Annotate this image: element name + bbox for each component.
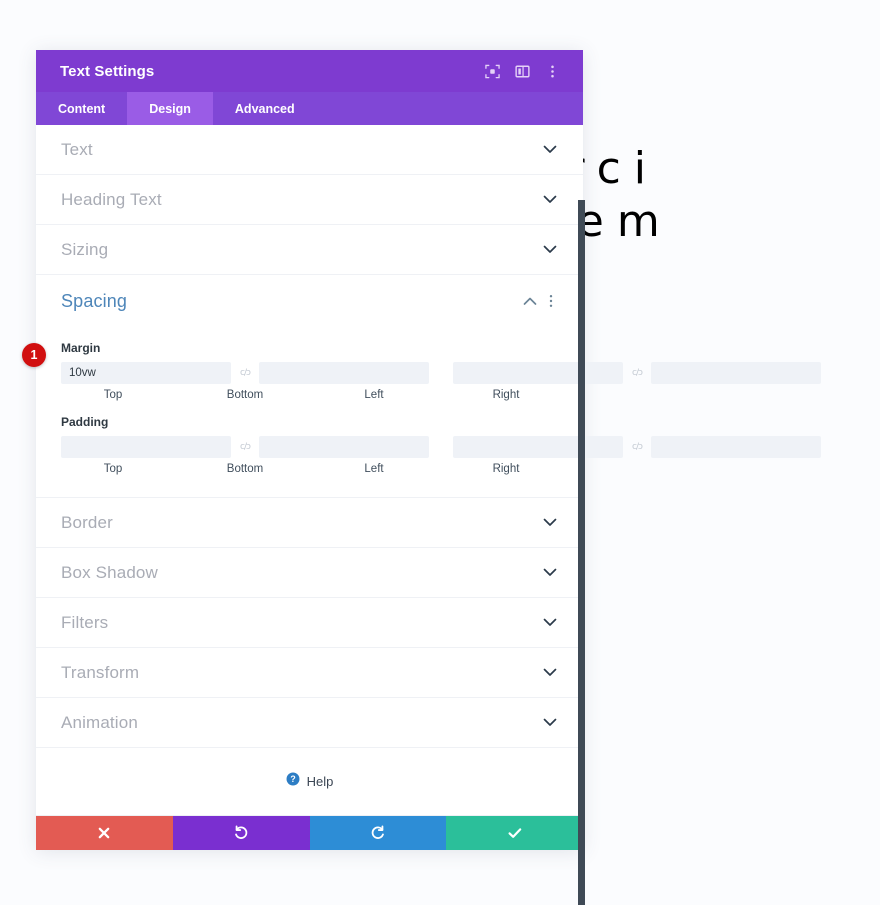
section-filters-label: Filters bbox=[61, 612, 109, 632]
undo-button[interactable] bbox=[172, 816, 310, 850]
link-values-icon[interactable]: c/ɔ bbox=[623, 442, 651, 452]
section-border-label: Border bbox=[61, 512, 113, 532]
help-button[interactable]: ? Help bbox=[36, 748, 583, 816]
padding-left-right-group: c/ɔ bbox=[453, 436, 821, 458]
help-label: Help bbox=[306, 774, 334, 789]
save-button[interactable] bbox=[446, 816, 583, 850]
chevron-down-icon bbox=[543, 618, 557, 627]
section-animation-label: Animation bbox=[61, 712, 138, 732]
padding-right-input[interactable] bbox=[651, 436, 821, 458]
padding-bottom-input[interactable] bbox=[259, 436, 429, 458]
padding-inputs-row: c/ɔ c/ɔ bbox=[61, 436, 821, 458]
section-text[interactable]: Text bbox=[36, 125, 583, 175]
chevron-down-icon bbox=[543, 518, 557, 527]
margin-left-caption: Left bbox=[364, 389, 384, 401]
margin-bottom-input[interactable] bbox=[259, 362, 429, 384]
margin-right-caption: Right bbox=[492, 389, 520, 401]
section-sizing-label: Sizing bbox=[61, 239, 109, 259]
link-values-icon[interactable]: c/ɔ bbox=[623, 368, 651, 378]
tab-content[interactable]: Content bbox=[36, 92, 127, 125]
tab-design[interactable]: Design bbox=[127, 92, 213, 125]
redo-icon bbox=[370, 825, 386, 841]
chevron-down-icon bbox=[543, 718, 557, 727]
section-sizing[interactable]: Sizing bbox=[36, 225, 583, 275]
question-circle-icon: ? bbox=[286, 772, 300, 791]
text-settings-modal: Text Settings Content Design Advanced Te… bbox=[22, 50, 821, 905]
svg-text:?: ? bbox=[290, 774, 295, 784]
chevron-up-icon[interactable] bbox=[523, 297, 537, 306]
padding-bottom-caption: Bottom bbox=[226, 463, 264, 475]
check-icon bbox=[507, 825, 523, 841]
undo-icon bbox=[233, 825, 249, 841]
padding-field-group: Padding c/ɔ c/ɔ Top Bottom Left Right bbox=[61, 415, 821, 475]
step-badge-1: 1 bbox=[22, 343, 46, 367]
section-heading-text[interactable]: Heading Text bbox=[36, 175, 583, 225]
section-spacing-label: Spacing bbox=[61, 290, 128, 311]
modal-footer bbox=[36, 816, 583, 850]
section-animation[interactable]: Animation bbox=[36, 698, 583, 748]
modal-tabbar: Content Design Advanced bbox=[36, 92, 583, 125]
link-values-icon[interactable]: c/ɔ bbox=[231, 442, 259, 452]
modal-title: Text Settings bbox=[60, 62, 155, 80]
section-spacing[interactable]: Spacing bbox=[36, 275, 583, 327]
section-spacing-tools bbox=[523, 294, 557, 308]
margin-label: Margin bbox=[61, 341, 101, 355]
chevron-down-icon bbox=[543, 145, 557, 154]
section-box-shadow[interactable]: Box Shadow bbox=[36, 548, 583, 598]
redo-button[interactable] bbox=[309, 816, 447, 850]
chevron-down-icon bbox=[543, 245, 557, 254]
close-icon bbox=[97, 826, 111, 840]
link-values-icon[interactable]: c/ɔ bbox=[231, 368, 259, 378]
tab-advanced[interactable]: Advanced bbox=[213, 92, 317, 125]
margin-captions-row: Top Bottom Left Right bbox=[61, 389, 558, 401]
section-heading-text-label: Heading Text bbox=[61, 189, 162, 209]
section-transform-label: Transform bbox=[61, 662, 140, 682]
margin-top-caption: Top bbox=[103, 389, 123, 401]
margin-bottom-caption: Bottom bbox=[226, 389, 264, 401]
modal-header: Text Settings bbox=[36, 50, 583, 92]
modal-body: Text Heading Text Sizing Spacing Margin … bbox=[22, 125, 821, 905]
chevron-down-icon bbox=[543, 668, 557, 677]
padding-right-caption: Right bbox=[492, 463, 520, 475]
layout-panel-icon[interactable] bbox=[507, 56, 537, 86]
margin-inputs-row: 1 c/ɔ c/ɔ bbox=[22, 343, 821, 384]
section-border[interactable]: Border bbox=[36, 498, 583, 548]
padding-left-input[interactable] bbox=[453, 436, 623, 458]
padding-label: Padding bbox=[61, 415, 109, 429]
padding-top-input[interactable] bbox=[61, 436, 231, 458]
margin-right-input[interactable] bbox=[651, 362, 821, 384]
padding-top-bottom-group: c/ɔ bbox=[61, 436, 429, 458]
margin-top-bottom-group: c/ɔ bbox=[61, 362, 429, 384]
padding-captions-row: Top Bottom Left Right bbox=[61, 463, 558, 475]
section-box-shadow-label: Box Shadow bbox=[61, 562, 158, 582]
padding-left-caption: Left bbox=[364, 463, 384, 475]
spacing-section-content: Margin 1 c/ɔ c/ɔ bbox=[22, 327, 821, 498]
section-filters[interactable]: Filters bbox=[36, 598, 583, 648]
section-more-vertical-icon[interactable] bbox=[545, 294, 557, 308]
section-transform[interactable]: Transform bbox=[36, 648, 583, 698]
margin-field-group: Margin 1 c/ɔ c/ɔ bbox=[22, 341, 821, 401]
margin-left-input[interactable] bbox=[453, 362, 623, 384]
focus-target-icon[interactable] bbox=[477, 56, 507, 86]
chevron-down-icon bbox=[543, 195, 557, 204]
padding-top-caption: Top bbox=[103, 463, 123, 475]
panel-scrollbar[interactable] bbox=[578, 200, 585, 905]
margin-top-input[interactable] bbox=[61, 362, 231, 384]
cancel-button[interactable] bbox=[36, 816, 173, 850]
chevron-down-icon bbox=[543, 568, 557, 577]
section-text-label: Text bbox=[61, 139, 93, 159]
more-vertical-icon[interactable] bbox=[537, 56, 567, 86]
margin-left-right-group: c/ɔ bbox=[453, 362, 821, 384]
